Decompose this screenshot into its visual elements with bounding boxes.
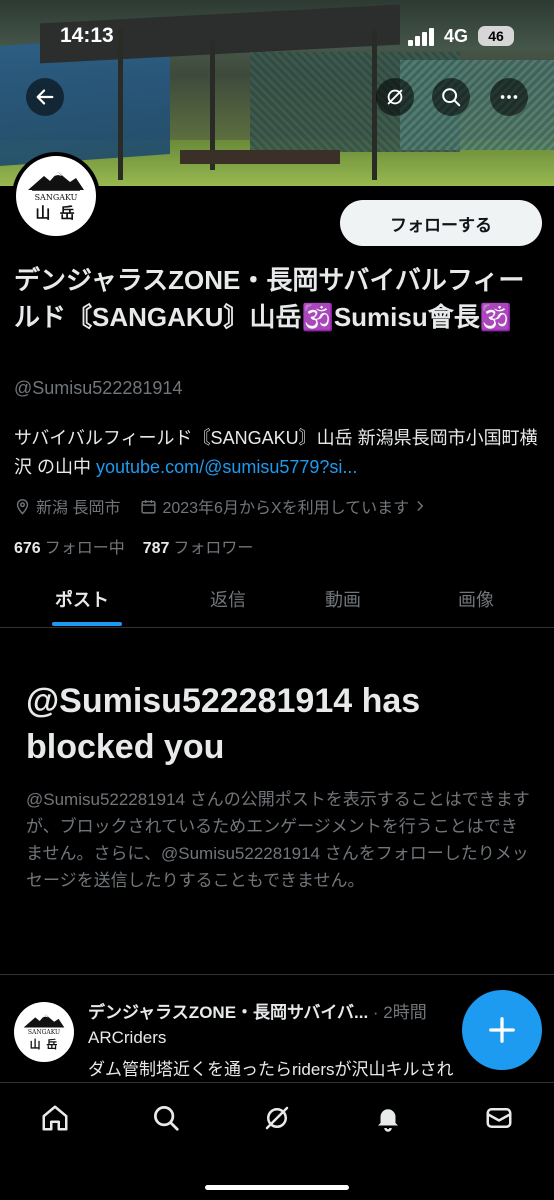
joined-item[interactable]: 2023年6月からXを利用しています xyxy=(140,494,432,518)
more-icon xyxy=(500,95,518,99)
profile-display-name: デンジャラスZONE・長岡サバイバルフィールド〘SANGAKU〙山岳🕉️Sumi… xyxy=(14,265,525,332)
grok-button[interactable] xyxy=(376,78,414,116)
post-time: · 2時間 xyxy=(368,1003,427,1022)
blocked-title: @Sumisu522281914 has blocked you xyxy=(26,682,421,766)
profile-handle: @Sumisu522281914 xyxy=(14,378,183,398)
home-icon xyxy=(42,1105,68,1131)
tab-videos[interactable]: 動画 xyxy=(325,586,361,612)
profile-location: 新潟 長岡市 xyxy=(36,500,121,517)
avatar-text-jp: 山 岳 xyxy=(29,1037,59,1051)
plus-icon xyxy=(489,1017,515,1043)
network-type: 4G xyxy=(444,26,469,46)
banner-pole xyxy=(372,30,377,180)
compose-button[interactable] xyxy=(462,990,542,1070)
follow-button[interactable]: フォローする xyxy=(340,200,542,246)
nav-search[interactable] xyxy=(149,1101,183,1135)
following-link[interactable]: 676 フォロー中 xyxy=(14,540,125,557)
profile-joined: 2023年6月からXを利用しています xyxy=(162,500,410,517)
profile-bio: サバイバルフィールド〘SANGAKU〙山岳 新潟県長岡市小国町横沢 の山中 yo… xyxy=(14,424,544,482)
followers-link[interactable]: 787 フォロワー xyxy=(143,540,254,557)
mail-icon xyxy=(486,1108,512,1128)
nav-messages[interactable] xyxy=(482,1101,516,1135)
following-label: フォロー中 xyxy=(44,540,125,557)
location-pin-icon xyxy=(16,498,29,515)
followers-count: 787 xyxy=(142,540,170,557)
following-count: 676 xyxy=(14,540,41,557)
divider xyxy=(0,974,554,975)
mountain-logo xyxy=(28,171,84,191)
tab-posts[interactable]: ポスト xyxy=(55,586,109,612)
banner-pole xyxy=(118,30,123,180)
bio-link[interactable]: youtube.com/@sumisu5779?si... xyxy=(96,457,357,477)
avatar-text-en: SANGAKU xyxy=(27,1028,61,1036)
bottom-nav xyxy=(0,1082,554,1200)
grok-icon xyxy=(265,1106,289,1130)
post-author-avatar[interactable]: SANGAKU 山 岳 xyxy=(14,1002,74,1062)
chevron-right-icon xyxy=(417,501,424,511)
avatar-text-en: SANGAKU xyxy=(34,192,78,202)
back-arrow-icon xyxy=(36,89,54,105)
status-bar: 14:13 4G 46 xyxy=(0,22,554,52)
banner-net-right xyxy=(400,60,554,150)
grok-icon xyxy=(387,89,403,105)
battery-indicator: 46 xyxy=(478,26,514,46)
avatar-text-jp: 山 岳 xyxy=(35,203,77,222)
blocked-message: @Sumisu522281914 さんの公開ポストを表示することはできますが、ブ… xyxy=(26,790,530,890)
back-button[interactable] xyxy=(26,78,64,116)
profile-avatar[interactable]: SANGAKU 山 岳 xyxy=(12,152,100,240)
location-item: 新潟 長岡市 xyxy=(14,494,120,518)
banner-bench xyxy=(180,150,340,164)
followers-label: フォロワー xyxy=(173,540,254,557)
search-icon xyxy=(442,88,461,107)
search-button[interactable] xyxy=(432,78,470,116)
search-icon xyxy=(154,1106,179,1131)
profile-tabs: ポスト 返信 動画 画像 xyxy=(0,572,554,628)
calendar-icon xyxy=(141,499,157,514)
nav-home[interactable] xyxy=(38,1101,72,1135)
profile-meta: 新潟 長岡市 2023年6月からXを利用しています xyxy=(14,494,452,518)
post-author-name: デンジャラスZONE・長岡サバイバ... xyxy=(88,1003,369,1022)
tab-replies[interactable]: 返信 xyxy=(210,586,246,612)
tab-images[interactable]: 画像 xyxy=(458,586,494,612)
more-button[interactable] xyxy=(490,78,528,116)
nav-notifications[interactable] xyxy=(371,1101,405,1135)
home-indicator xyxy=(205,1185,349,1190)
bell-icon xyxy=(378,1109,398,1132)
cellular-signal-icon xyxy=(408,28,434,46)
mountain-logo xyxy=(23,1013,65,1028)
follow-counts: 676 フォロー中 787 フォロワー xyxy=(14,534,253,558)
nav-grok[interactable] xyxy=(260,1101,294,1135)
post-text-line: ARCriders xyxy=(88,1028,167,1047)
active-tab-indicator xyxy=(52,622,122,626)
status-time: 14:13 xyxy=(60,24,114,47)
